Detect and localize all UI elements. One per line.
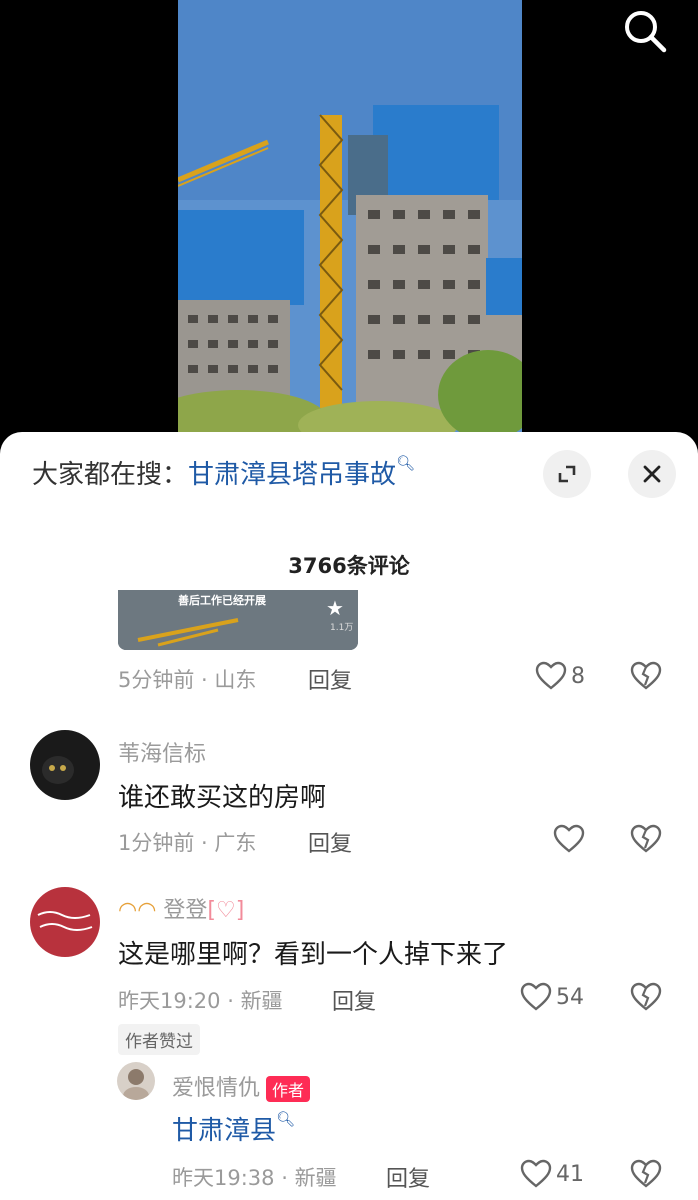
suggestion-prefix: 大家都在搜： (32, 460, 189, 490)
broken-heart-icon (630, 982, 662, 1011)
comment-sheet: 大家都在搜：甘肃漳县塔吊事故🔍︎ 3766条评论 善后工作已经开展 ★ 1.1万… (0, 432, 698, 1200)
reply-button[interactable]: 回复 (308, 826, 352, 858)
search-icon (625, 11, 667, 53)
reply-button[interactable]: 回复 (332, 984, 376, 1016)
video-player[interactable] (0, 0, 698, 440)
star-icon: ★ (326, 596, 344, 620)
comment-meta: 1分钟前 · 广东 (118, 831, 257, 855)
suggestion-keyword[interactable]: 甘肃漳县塔吊事故 (188, 460, 396, 490)
comment-count: 3766条评论 (288, 554, 410, 578)
comment-username[interactable]: 苇海信标 (118, 736, 206, 768)
dislike-button[interactable] (630, 1159, 662, 1193)
expand-button[interactable] (543, 450, 591, 498)
expand-icon (558, 465, 576, 483)
reply-link-text: 甘肃漳县 (172, 1116, 277, 1146)
author-badge: 作者 (266, 1076, 311, 1102)
username-text: 爱恨情仇 (172, 1076, 261, 1101)
broken-heart-icon (630, 824, 662, 853)
reply-text[interactable]: 甘肃漳县🔍︎ (172, 1110, 295, 1147)
comment-time: 1分钟前 (118, 831, 195, 855)
reply-avatar[interactable] (117, 1062, 155, 1100)
comment-location: 山东 (214, 668, 257, 692)
reply-button[interactable]: 回复 (308, 663, 352, 695)
avatar[interactable] (30, 887, 100, 957)
heart-icon (520, 982, 552, 1011)
dislike-button[interactable] (630, 824, 662, 858)
author-liked-tag: 作者赞过 (118, 1024, 200, 1055)
heart-icon (535, 661, 567, 690)
comment-image[interactable]: 善后工作已经开展 ★ 1.1万 (118, 590, 358, 650)
search-small-icon: 🔍︎ (276, 1110, 296, 1128)
rainbow-emoji: ◠◠ (118, 898, 157, 923)
like-button[interactable]: 8 (535, 661, 585, 691)
like-button[interactable] (553, 824, 589, 854)
username-text: 登登 (163, 898, 208, 923)
image-caption: 善后工作已经开展 (178, 594, 266, 607)
reply-username[interactable]: 爱恨情仇 作者 (172, 1070, 311, 1102)
search-suggestion[interactable]: 大家都在搜：甘肃漳县塔吊事故🔍︎ (32, 454, 415, 491)
comment-username[interactable]: ◠◠ 登登[♡] (118, 892, 244, 924)
like-count: 8 (571, 663, 585, 689)
close-button[interactable] (628, 450, 676, 498)
comment-time: 昨天19:38 (172, 1166, 275, 1190)
image-views: 1.1万 (330, 623, 354, 633)
like-button[interactable]: 54 (520, 982, 584, 1012)
comment-time: 5分钟前 (118, 668, 195, 692)
comment-text: 谁还敢买这的房啊 (118, 783, 327, 813)
like-count: 54 (556, 984, 584, 1010)
comment-meta: 昨天19:20 · 新疆 (118, 989, 283, 1013)
avatar[interactable] (30, 730, 100, 800)
comment-time: 昨天19:20 (118, 989, 221, 1013)
comment-location: 广东 (214, 831, 257, 855)
close-icon (643, 465, 661, 483)
reply-button[interactable]: 回复 (386, 1161, 430, 1193)
heart-icon (520, 1159, 552, 1188)
comment-meta: 5分钟前 · 山东 (118, 668, 257, 692)
broken-heart-icon (630, 1159, 662, 1188)
like-button[interactable]: 41 (520, 1159, 584, 1189)
comment-text: 这是哪里啊？看到一个人掉下来了 (118, 940, 509, 970)
search-button[interactable] (620, 6, 670, 56)
comment-location: 新疆 (240, 989, 283, 1013)
broken-heart-icon (630, 661, 662, 690)
dislike-button[interactable] (630, 661, 662, 695)
video-frame (178, 0, 522, 432)
like-count: 41 (556, 1161, 584, 1187)
reply-meta: 昨天19:38 · 新疆 (172, 1166, 337, 1190)
search-small-icon: 🔍︎ (396, 454, 416, 472)
heart-emoji: [♡] (207, 898, 245, 923)
dislike-button[interactable] (630, 982, 662, 1016)
heart-icon (553, 824, 585, 853)
comment-location: 新疆 (294, 1166, 337, 1190)
